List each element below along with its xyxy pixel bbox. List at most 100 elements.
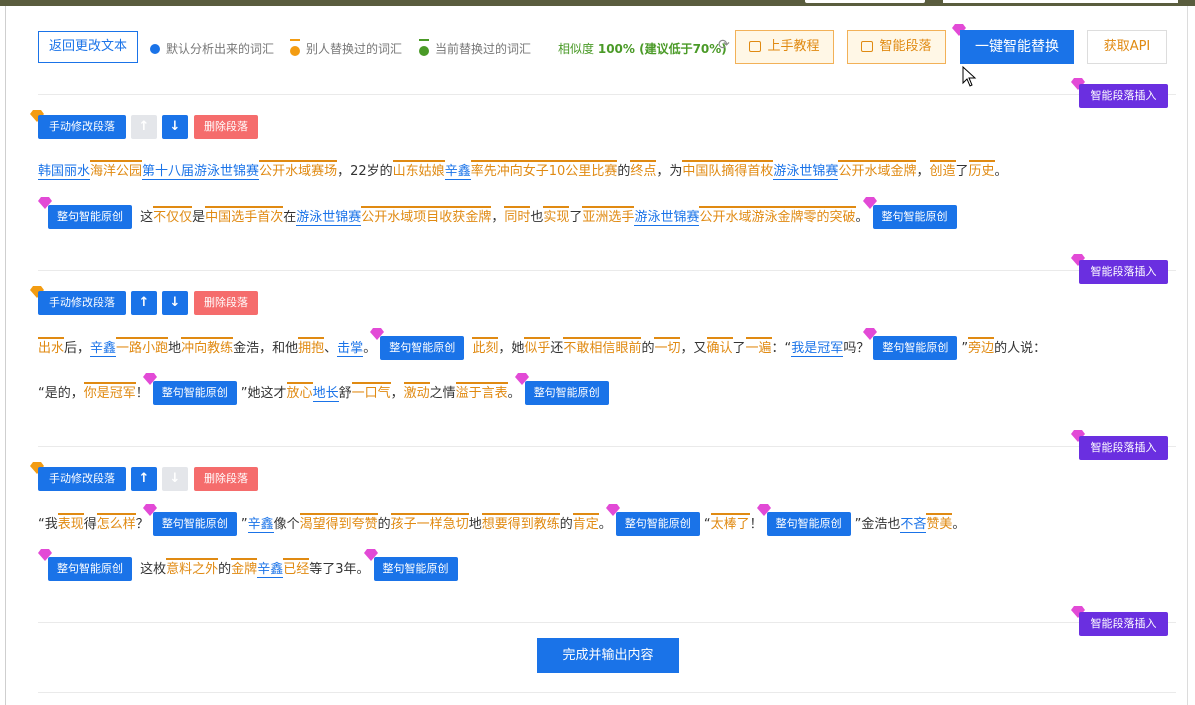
replaced-word[interactable]: 冠军 bbox=[109, 381, 136, 401]
replaced-word[interactable]: 公开 bbox=[699, 205, 726, 225]
replaced-word[interactable]: 教练 bbox=[533, 512, 560, 532]
replaced-word[interactable]: 女子 bbox=[522, 160, 549, 179]
replaced-word[interactable]: 教练 bbox=[207, 336, 234, 356]
replaced-word[interactable]: 中国队 bbox=[682, 160, 722, 179]
replaced-word[interactable]: 历史 bbox=[968, 160, 995, 179]
replaced-word[interactable]: 海洋公园 bbox=[90, 160, 143, 179]
replaced-word[interactable]: 似乎 bbox=[524, 336, 551, 356]
analyzed-word[interactable]: 游泳世锦赛 bbox=[634, 207, 700, 226]
replaced-word[interactable]: 已经 bbox=[283, 557, 310, 577]
replaced-word[interactable]: 得到 bbox=[507, 512, 534, 532]
replaced-word[interactable]: 此刻 bbox=[472, 336, 499, 356]
replaced-word[interactable]: 亚洲 bbox=[582, 205, 609, 225]
replaced-word[interactable]: 零的突破 bbox=[803, 205, 856, 225]
replaced-word[interactable]: 冲向 bbox=[496, 160, 523, 179]
replaced-word[interactable]: 游泳 bbox=[751, 205, 778, 225]
rewrite-sentence-button[interactable]: 整句智能原创 bbox=[863, 328, 958, 360]
rewrite-sentence-button[interactable]: 整句智能原创 bbox=[756, 504, 851, 536]
replaced-word[interactable]: 渴望 bbox=[299, 512, 326, 532]
finish-output-button[interactable]: 完成并输出内容 bbox=[537, 638, 679, 673]
replaced-word[interactable]: 赞美 bbox=[926, 512, 953, 532]
move-down-button[interactable]: ↓ bbox=[162, 467, 188, 491]
replaced-word[interactable]: 溢于言表 bbox=[455, 381, 508, 401]
replaced-word[interactable]: 太棒了 bbox=[710, 512, 750, 532]
insert-paragraph-button[interactable]: 智能段落插入 bbox=[1079, 260, 1168, 284]
analyzed-word[interactable]: 击掌 bbox=[337, 338, 364, 357]
replaced-word[interactable]: 不仅仅 bbox=[153, 205, 193, 225]
move-up-button[interactable]: ↑ bbox=[131, 115, 157, 139]
replaced-word[interactable]: 水域 bbox=[725, 205, 752, 225]
insert-paragraph-button[interactable]: 智能段落插入 bbox=[1079, 612, 1168, 636]
rewrite-sentence-button[interactable]: 整句智能原创 bbox=[605, 504, 700, 536]
one-click-replace-button[interactable]: 一键智能替换 bbox=[960, 30, 1074, 64]
replaced-word[interactable]: 率先 bbox=[470, 160, 497, 179]
replaced-word[interactable]: 中国 bbox=[205, 205, 232, 225]
replaced-word[interactable]: 孩子 bbox=[390, 512, 417, 532]
replaced-word[interactable]: 一切 bbox=[654, 336, 681, 356]
replaced-word[interactable]: 同时 bbox=[504, 205, 531, 225]
replaced-word[interactable]: 创造 bbox=[929, 160, 956, 179]
replaced-word[interactable]: 金牌 bbox=[777, 205, 804, 225]
rewrite-sentence-button[interactable]: 整句智能原创 bbox=[370, 328, 465, 360]
delete-paragraph-button[interactable]: 删除段落 bbox=[194, 467, 258, 491]
replaced-word[interactable]: 水域 bbox=[864, 160, 891, 179]
analyzed-word[interactable]: 不吝 bbox=[900, 514, 927, 533]
get-api-button[interactable]: 获取API bbox=[1087, 30, 1167, 64]
analyzed-word[interactable]: 游泳世锦赛 bbox=[194, 162, 260, 180]
analyzed-word[interactable]: 游泳世锦赛 bbox=[773, 162, 839, 180]
replaced-word[interactable]: 想要 bbox=[481, 512, 508, 532]
smart-paragraph-button[interactable]: 智能段落 bbox=[847, 30, 946, 64]
replaced-word[interactable]: 公开 bbox=[361, 205, 388, 225]
replaced-word[interactable]: 怎么样 bbox=[96, 512, 136, 532]
rewrite-sentence-button[interactable]: 整句智能原创 bbox=[363, 549, 458, 581]
replaced-word[interactable]: 10 bbox=[548, 160, 566, 179]
analyzed-word[interactable]: 我是冠军 bbox=[791, 338, 844, 357]
replaced-word[interactable]: 水域 bbox=[387, 205, 414, 225]
replaced-word[interactable]: 实现 bbox=[543, 205, 570, 225]
insert-paragraph-button[interactable]: 智能段落插入 bbox=[1079, 436, 1168, 460]
replaced-word[interactable]: 不敢 bbox=[563, 336, 590, 356]
replaced-word[interactable]: 一口气 bbox=[351, 381, 391, 401]
replaced-word[interactable]: 你是 bbox=[83, 381, 110, 401]
replaced-word[interactable]: 首次 bbox=[257, 205, 284, 225]
manual-edit-button[interactable]: 手动修改段落 bbox=[38, 467, 126, 491]
replaced-word[interactable]: 水域 bbox=[285, 160, 312, 179]
replaced-word[interactable]: 肯定 bbox=[572, 512, 599, 532]
replaced-word[interactable]: 确认 bbox=[706, 336, 733, 356]
replaced-word[interactable]: 公里 bbox=[565, 160, 592, 179]
replaced-word[interactable]: 金牌 bbox=[231, 557, 258, 577]
refresh-icon[interactable]: ⟳ bbox=[718, 37, 730, 53]
replaced-word[interactable]: 放心 bbox=[286, 381, 313, 401]
replaced-word[interactable]: 眼前 bbox=[615, 336, 642, 356]
replaced-word[interactable]: 金牌 bbox=[465, 205, 492, 225]
replaced-word[interactable]: 一遍 bbox=[745, 336, 772, 356]
move-down-button[interactable]: ↓ bbox=[162, 115, 188, 139]
rewrite-sentence-button[interactable]: 整句智能原创 bbox=[38, 197, 132, 229]
replaced-word[interactable]: 姑娘 bbox=[418, 160, 445, 179]
move-down-button[interactable]: ↓ bbox=[162, 291, 188, 315]
replaced-word[interactable]: 旁边 bbox=[968, 336, 995, 356]
replaced-word[interactable]: 一样 bbox=[416, 512, 443, 532]
replaced-word[interactable]: 比赛 bbox=[591, 160, 618, 179]
replaced-word[interactable]: 公开 bbox=[838, 160, 865, 179]
manual-edit-button[interactable]: 手动修改段落 bbox=[38, 291, 126, 315]
manual-edit-button[interactable]: 手动修改段落 bbox=[38, 115, 126, 139]
replaced-word[interactable]: 项目 bbox=[413, 205, 440, 225]
replaced-word[interactable]: 拥抱 bbox=[298, 336, 325, 356]
replaced-word[interactable]: 选手 bbox=[608, 205, 635, 225]
replaced-word[interactable]: 公开 bbox=[259, 160, 286, 179]
rewrite-sentence-button[interactable]: 整句智能原创 bbox=[142, 373, 237, 405]
replaced-word[interactable]: 赛场 bbox=[311, 160, 338, 179]
replaced-word[interactable]: 得到 bbox=[325, 512, 352, 532]
analyzed-word[interactable]: 第十八届 bbox=[142, 162, 195, 180]
replaced-word[interactable]: 摘得 bbox=[721, 160, 748, 179]
replaced-word[interactable]: 急切 bbox=[442, 512, 469, 532]
replaced-word[interactable]: 出水 bbox=[38, 336, 65, 356]
delete-paragraph-button[interactable]: 删除段落 bbox=[194, 291, 258, 315]
replaced-word[interactable]: 意料之外 bbox=[166, 557, 219, 577]
replaced-word[interactable]: 金牌 bbox=[890, 160, 917, 179]
replaced-word[interactable]: 冲向 bbox=[181, 336, 208, 356]
tutorial-button[interactable]: 上手教程 bbox=[735, 30, 834, 64]
back-edit-text-button[interactable]: 返回更改文本 bbox=[38, 31, 138, 63]
analyzed-word[interactable]: 地长 bbox=[312, 383, 339, 402]
